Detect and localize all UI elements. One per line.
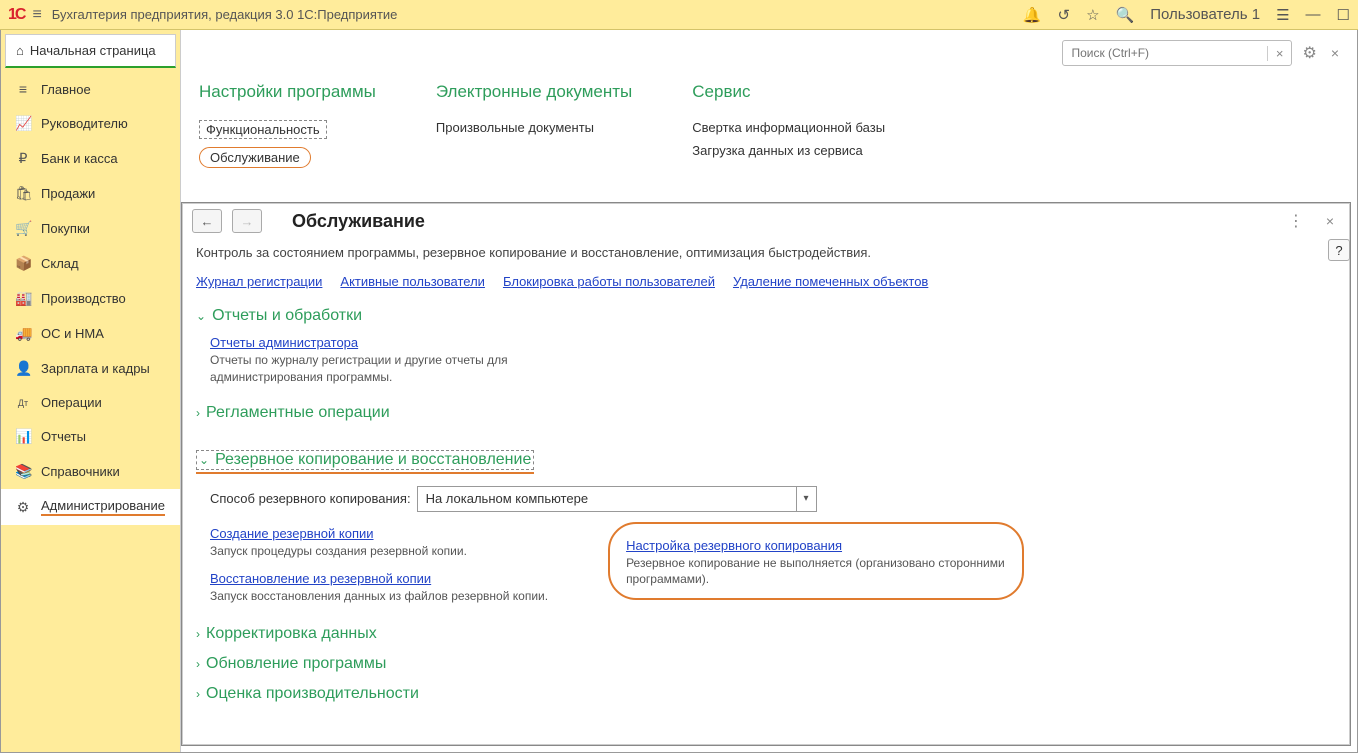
sidebar-item-warehouse[interactable]: 📦Склад <box>1 246 180 281</box>
logo-1c: 1C <box>8 6 24 24</box>
factory-icon: 🏭 <box>15 290 31 307</box>
start-page-label: Начальная страница <box>30 43 156 58</box>
sidebar-item-sales[interactable]: 🛍Продажи <box>1 176 180 211</box>
settings-icon[interactable]: ⚙ <box>1298 43 1320 63</box>
nav-forward-button: → <box>232 209 262 233</box>
restore-backup-desc: Запуск восстановления данных из файлов р… <box>210 588 548 605</box>
backup-method-label: Способ резервного копирования: <box>210 491 411 506</box>
bag-icon: 🛍 <box>15 185 31 202</box>
more-icon[interactable]: ⋮ <box>1282 211 1310 231</box>
sidebar: ⌂ Начальная страница ≡Главное 📈Руководит… <box>1 30 181 752</box>
sidebar-item-manager[interactable]: 📈Руководителю <box>1 106 180 141</box>
backup-method-select[interactable]: На локальном компьютере ▾ <box>417 486 817 512</box>
history-icon[interactable]: ↺ <box>1058 6 1071 24</box>
close-subwindow-icon[interactable]: × <box>1320 213 1340 229</box>
sidebar-item-main[interactable]: ≡Главное <box>1 72 180 106</box>
dtkt-icon: Дт <box>15 398 31 408</box>
backup-settings-desc: Резервное копирование не выполняется (ор… <box>626 555 1006 589</box>
filter-icon[interactable]: ☰ <box>1276 6 1289 24</box>
subwindow-title: Обслуживание <box>292 211 425 232</box>
link-maintenance[interactable]: Обслуживание <box>199 143 376 172</box>
sidebar-item-catalogs[interactable]: 📚Справочники <box>1 454 180 489</box>
section-data-correction[interactable]: ›Корректировка данных <box>196 625 1336 643</box>
chevron-right-icon: › <box>196 657 200 671</box>
bell-icon[interactable]: 🔔 <box>1023 6 1042 24</box>
link-delete-marked[interactable]: Удаление помеченных объектов <box>733 274 928 289</box>
link-active-users[interactable]: Активные пользователи <box>340 274 485 289</box>
settings-columns: Настройки программы Функциональность Обс… <box>181 66 1357 172</box>
search-input-box[interactable]: × <box>1062 40 1292 66</box>
link-data-load[interactable]: Загрузка данных из сервиса <box>692 139 885 162</box>
books-icon: 📚 <box>15 463 31 480</box>
section-scheduled[interactable]: ›Регламентные операции <box>196 404 1336 422</box>
sidebar-item-operations[interactable]: ДтОперации <box>1 386 180 419</box>
menu-icon: ≡ <box>15 81 31 97</box>
maximize-icon[interactable]: ☐ <box>1337 6 1350 24</box>
link-restore-backup[interactable]: Восстановление из резервной копии <box>210 571 431 586</box>
gear-icon: ⚙ <box>15 499 31 516</box>
close-icon[interactable]: × <box>1327 45 1343 61</box>
home-icon: ⌂ <box>16 43 24 58</box>
link-arbitrary-docs[interactable]: Произвольные документы <box>436 116 632 139</box>
link-backup-settings[interactable]: Настройка резервного копирования <box>626 538 842 553</box>
maintenance-subwindow: ← → Обслуживание ⋮ × ? Контроль за состо… <box>181 202 1351 746</box>
start-page-tab[interactable]: ⌂ Начальная страница <box>5 34 176 68</box>
app-title: Бухгалтерия предприятия, редакция 3.0 1С… <box>52 7 1023 22</box>
sidebar-item-purchases[interactable]: 🛒Покупки <box>1 211 180 246</box>
col-head-edocs: Электронные документы <box>436 82 632 102</box>
search-icon[interactable]: 🔍 <box>1116 6 1135 24</box>
box-icon: 📦 <box>15 255 31 272</box>
chevron-down-icon: ⌄ <box>196 309 206 323</box>
sidebar-item-reports[interactable]: 📊Отчеты <box>1 419 180 454</box>
sidebar-item-admin[interactable]: ⚙Администрирование <box>1 489 180 525</box>
col-head-service: Сервис <box>692 82 885 102</box>
chevron-right-icon: › <box>196 687 200 701</box>
backup-method-value: На локальном компьютере <box>418 487 796 511</box>
sidebar-item-assets[interactable]: 🚚ОС и НМА <box>1 316 180 351</box>
link-functionality[interactable]: Функциональность <box>199 116 376 143</box>
chevron-down-icon: ⌄ <box>199 453 209 467</box>
link-event-log[interactable]: Журнал регистрации <box>196 274 322 289</box>
truck-icon: 🚚 <box>15 325 31 342</box>
create-backup-desc: Запуск процедуры создания резервной копи… <box>210 543 548 560</box>
person-icon: 👤 <box>15 360 31 377</box>
link-create-backup[interactable]: Создание резервной копии <box>210 526 374 541</box>
sidebar-item-bank[interactable]: ₽Банк и касса <box>1 141 180 176</box>
section-update[interactable]: ›Обновление программы <box>196 655 1336 673</box>
titlebar: 1C ≡ Бухгалтерия предприятия, редакция 3… <box>0 0 1358 30</box>
admin-reports-desc: Отчеты по журналу регистрации и другие о… <box>210 352 590 386</box>
section-performance[interactable]: ›Оценка производительности <box>196 685 1336 703</box>
subwindow-description: Контроль за состоянием программы, резерв… <box>196 245 1336 260</box>
dropdown-icon[interactable]: ▾ <box>796 487 816 511</box>
backup-settings-highlight: Настройка резервного копирования Резервн… <box>608 522 1024 601</box>
user-label[interactable]: Пользователь 1 <box>1150 6 1260 23</box>
clear-icon[interactable]: × <box>1267 46 1292 61</box>
search-input[interactable] <box>1063 46 1266 60</box>
link-admin-reports[interactable]: Отчеты администратора <box>210 335 358 350</box>
bars-icon: 📊 <box>15 428 31 445</box>
main-area: × ⚙ × Настройки программы Функциональнос… <box>181 30 1357 752</box>
help-button[interactable]: ? <box>1328 239 1350 261</box>
chevron-right-icon: › <box>196 406 200 420</box>
sidebar-item-production[interactable]: 🏭Производство <box>1 281 180 316</box>
link-block-users[interactable]: Блокировка работы пользователей <box>503 274 715 289</box>
star-icon[interactable]: ☆ <box>1086 6 1099 24</box>
chevron-right-icon: › <box>196 627 200 641</box>
link-db-compress[interactable]: Свертка информационной базы <box>692 116 885 139</box>
ruble-icon: ₽ <box>15 150 31 167</box>
minimize-icon[interactable]: — <box>1306 6 1321 23</box>
section-backup[interactable]: ⌄Резервное копирование и восстановление <box>196 450 534 474</box>
sidebar-item-hr[interactable]: 👤Зарплата и кадры <box>1 351 180 386</box>
cart-icon: 🛒 <box>15 220 31 237</box>
section-reports[interactable]: ⌄Отчеты и обработки <box>196 307 1336 325</box>
chart-icon: 📈 <box>15 115 31 132</box>
menu-icon[interactable]: ≡ <box>32 6 41 24</box>
nav-back-button[interactable]: ← <box>192 209 222 233</box>
col-head-settings: Настройки программы <box>199 82 376 102</box>
